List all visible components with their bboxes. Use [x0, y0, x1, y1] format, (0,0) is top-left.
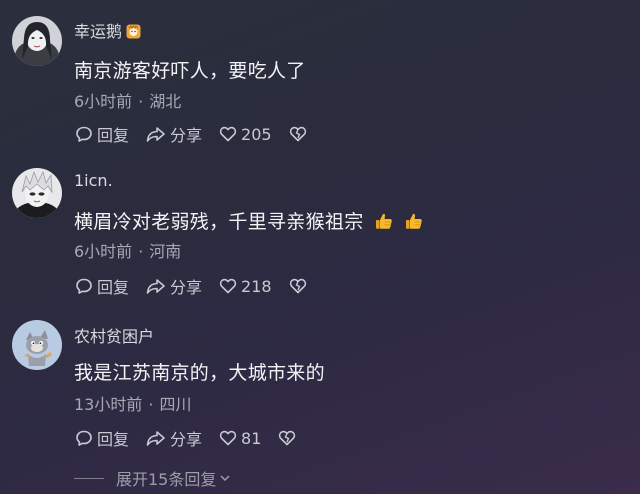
username[interactable]: 1icn. — [74, 171, 113, 190]
reply-icon — [76, 126, 92, 142]
dislike-button[interactable] — [288, 276, 308, 296]
meta-separator: · — [138, 242, 144, 261]
heart-icon — [219, 278, 237, 294]
timestamp: 6小时前 — [74, 92, 133, 111]
meta-separator: · — [138, 92, 144, 111]
comment-meta: 6小时前 · 湖北 — [74, 88, 181, 112]
location: 河南 — [149, 242, 182, 261]
like-count: 218 — [241, 276, 272, 296]
like-button[interactable]: 218 — [218, 276, 272, 296]
like-button[interactable]: 81 — [218, 428, 261, 448]
comment-text-body: 横眉冷对老弱残，千里寻亲猴祖宗 — [74, 211, 364, 233]
like-count: 81 — [241, 428, 262, 448]
reply-label: 回复 — [97, 126, 130, 145]
like-button[interactable]: 205 — [218, 124, 272, 144]
reply-button[interactable]: 回复 — [74, 426, 129, 450]
meta-separator: · — [148, 395, 154, 414]
reply-icon — [76, 278, 92, 294]
avatar[interactable] — [12, 320, 62, 370]
username-text: 农村贫困户 — [74, 327, 155, 346]
share-button[interactable]: 分享 — [145, 274, 202, 298]
share-icon — [146, 431, 165, 446]
thumbs-up-icon — [374, 211, 394, 231]
location: 湖北 — [149, 92, 182, 111]
timestamp: 6小时前 — [74, 242, 133, 261]
reply-label: 回复 — [97, 278, 130, 297]
share-icon — [146, 127, 165, 142]
timestamp: 13小时前 — [74, 395, 143, 414]
comment-actions: 回复 分享 205 — [74, 122, 308, 146]
reply-button[interactable]: 回复 — [74, 274, 129, 298]
share-label: 分享 — [170, 278, 203, 297]
comment-actions: 回复 分享 218 — [74, 274, 308, 298]
broken-heart-icon — [279, 430, 296, 446]
username[interactable]: 农村贫困户 — [74, 323, 154, 347]
comment-meta: 13小时前 · 四川 — [74, 391, 191, 415]
username-text: 1icn. — [74, 171, 113, 190]
dislike-button[interactable] — [277, 428, 297, 448]
share-icon — [146, 279, 165, 294]
location: 四川 — [159, 395, 192, 414]
comment-text: 横眉冷对老弱残，千里寻亲猴祖宗 — [74, 207, 424, 234]
thumbs-up-icon — [404, 211, 424, 231]
chevron-down-icon — [220, 475, 230, 482]
like-count: 205 — [241, 124, 272, 144]
avatar[interactable] — [12, 16, 62, 66]
reply-icon — [76, 430, 92, 446]
broken-heart-icon — [289, 126, 306, 142]
comment-text: 我是江苏南京的，大城市来的 — [74, 362, 325, 384]
heart-icon — [219, 430, 237, 446]
comment-text: 南京游客好吓人，要吃人了 — [74, 60, 306, 82]
broken-heart-icon — [289, 278, 306, 294]
comment-actions: 回复 分享 81 — [74, 426, 297, 450]
heart-icon — [219, 126, 237, 142]
username[interactable]: 幸运鹅 — [74, 18, 141, 42]
reply-label: 回复 — [97, 430, 130, 449]
divider-line — [74, 477, 104, 479]
share-label: 分享 — [170, 126, 203, 145]
avatar[interactable] — [12, 168, 62, 218]
reply-button[interactable]: 回复 — [74, 122, 129, 146]
lion-badge-icon — [126, 24, 141, 39]
expand-replies-label: 展开15条回复 — [116, 470, 217, 489]
expand-replies-button[interactable]: 展开15条回复 — [74, 466, 232, 490]
comment-meta: 6小时前 · 河南 — [74, 238, 181, 262]
share-button[interactable]: 分享 — [145, 122, 202, 146]
username-text: 幸运鹅 — [74, 22, 123, 41]
share-label: 分享 — [170, 430, 203, 449]
share-button[interactable]: 分享 — [145, 426, 202, 450]
dislike-button[interactable] — [288, 124, 308, 144]
